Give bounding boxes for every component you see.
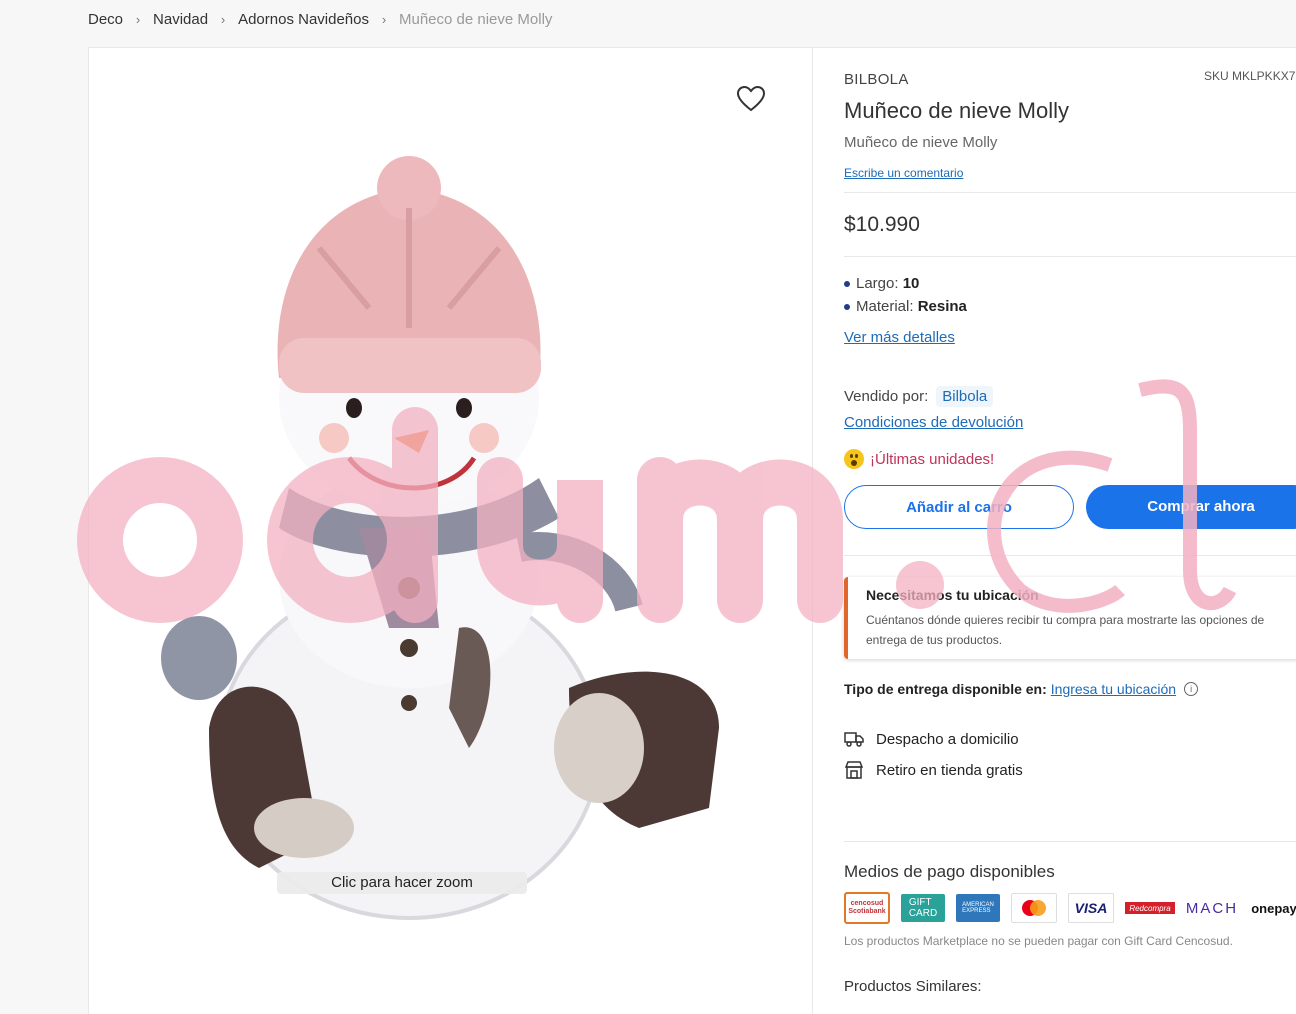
delivery-option-store: Retiro en tienda gratis <box>844 760 1023 780</box>
sold-by: Vendido por: Bilbola <box>844 386 994 407</box>
delivery-option-label: Retiro en tienda gratis <box>876 761 1023 779</box>
store-icon <box>844 761 864 779</box>
enter-location-link[interactable]: Ingresa tu ubicación <box>1051 681 1176 697</box>
return-conditions-link[interactable]: Condiciones de devolución <box>844 414 1023 431</box>
write-comment-link[interactable]: Escribe un comentario <box>844 166 963 180</box>
attribute-value: 10 <box>902 275 920 292</box>
delivery-type-label: Tipo de entrega disponible en: <box>844 681 1047 697</box>
chevron-right-icon: › <box>220 11 226 27</box>
attribute-item: Largo: 10 <box>844 272 967 295</box>
divider <box>844 256 1296 257</box>
divider <box>844 192 1296 193</box>
breadcrumb: Deco › Navidad › Adornos Navideños › Muñ… <box>88 0 552 38</box>
product-image[interactable] <box>119 108 759 938</box>
amex-logo-icon: AMERICAN EXPRESS <box>956 894 1000 922</box>
product-gallery: Clic para hacer zoom <box>89 48 813 1014</box>
similar-products-title: Productos Similares: <box>844 978 982 995</box>
divider <box>844 555 1296 556</box>
stock-warning: ¡Últimas unidades! <box>844 449 994 469</box>
stock-warning-text: ¡Últimas unidades! <box>870 450 995 468</box>
onepay-logo-icon: onepay <box>1251 900 1296 916</box>
breadcrumb-item-deco[interactable]: Deco <box>88 11 123 28</box>
location-alert: Necesitamos tu ubicación Cuéntanos dónde… <box>844 577 1296 659</box>
delivery-type: Tipo de entrega disponible en: Ingresa t… <box>844 681 1199 697</box>
payment-logos: cencosud Scotiabank GIFT CARD AMERICAN EXPR… <box>844 892 1296 924</box>
location-alert-description: Cuéntanos dónde quieres recibir tu compr… <box>866 613 1265 647</box>
buy-now-button[interactable]: Comprar ahora <box>1086 485 1296 529</box>
surprised-emoji-icon <box>844 449 864 469</box>
breadcrumb-current: Muñeco de nieve Molly <box>399 10 553 28</box>
more-details-link[interactable]: Ver más detalles <box>844 329 955 346</box>
location-alert-title: Necesitamos tu ubicación <box>866 587 1039 603</box>
mach-logo-icon: MACH <box>1185 899 1239 917</box>
product-sku: SKU MKLPKKX7 <box>1204 69 1296 83</box>
delivery-option-home: Despacho a domicilio <box>844 730 1019 748</box>
chevron-right-icon: › <box>135 11 141 27</box>
product-title: Muñeco de nieve Molly <box>844 98 1070 123</box>
attribute-label: Largo: <box>856 275 899 292</box>
zoom-hint: Clic para hacer zoom <box>277 872 527 894</box>
product-subtitle: Muñeco de nieve Molly <box>844 134 998 151</box>
breadcrumb-item-adornos[interactable]: Adornos Navideños <box>238 11 369 28</box>
product-attributes: Largo: 10 Material: Resina <box>844 272 967 318</box>
redcompra-logo-icon: Redcompra <box>1125 902 1175 914</box>
info-icon[interactable]: i <box>1184 682 1199 696</box>
mastercard-logo-icon <box>1011 893 1057 923</box>
product-brand[interactable]: BILBOLA <box>844 71 909 88</box>
payment-title: Medios de pago disponibles <box>844 862 1055 881</box>
visa-logo-icon: VISA <box>1068 893 1114 923</box>
product-price: $10.990 <box>844 213 920 236</box>
gift-card-logo-icon: GIFT CARD <box>901 894 945 922</box>
payment-note: Los productos Marketplace no se pueden p… <box>844 934 1233 948</box>
attribute-label: Material: <box>856 298 914 315</box>
bullet-icon <box>844 280 850 287</box>
product-card: Clic para hacer zoom BILBOLA SKU MKLPKKX… <box>88 47 1296 1014</box>
cencosud-scotiabank-logo-icon: cencosud Scotiabank <box>844 892 890 924</box>
truck-icon <box>844 732 864 747</box>
chevron-right-icon: › <box>381 11 387 27</box>
product-info: BILBOLA SKU MKLPKKX7 Muñeco de nieve Mol… <box>844 48 1296 1014</box>
divider <box>844 841 1296 842</box>
breadcrumb-item-navidad[interactable]: Navidad <box>153 11 208 28</box>
sold-by-label: Vendido por: <box>844 388 929 405</box>
bullet-icon <box>844 303 850 310</box>
attribute-value: Resina <box>917 298 967 315</box>
seller-link[interactable]: Bilbola <box>936 386 994 407</box>
add-to-cart-button[interactable]: Añadir al carro <box>844 485 1074 529</box>
attribute-item: Material: Resina <box>844 295 967 318</box>
delivery-option-label: Despacho a domicilio <box>876 730 1019 748</box>
